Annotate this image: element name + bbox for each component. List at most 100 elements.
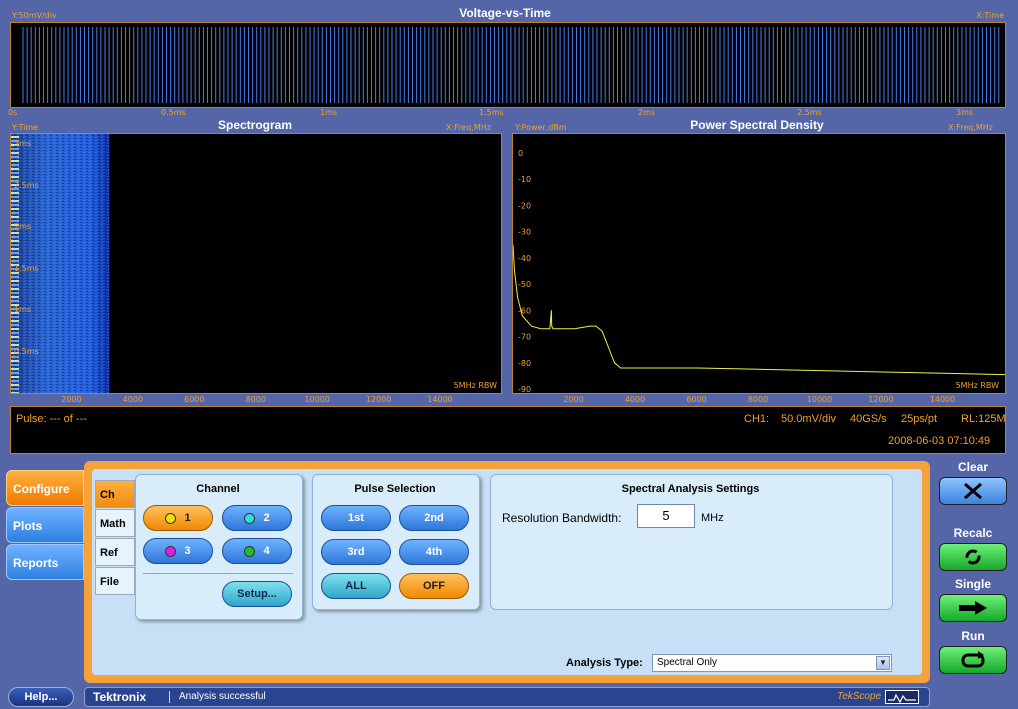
spectrogram-edge-stripe — [11, 392, 19, 393]
channel-4-label: 4 — [263, 545, 270, 557]
psd-x-tick: 2000 — [563, 395, 584, 404]
footer-divider — [169, 691, 170, 703]
subtab-ref[interactable]: Ref — [95, 538, 135, 566]
channel-4-dot-icon — [244, 545, 256, 557]
channel-divider — [143, 573, 293, 574]
run-button[interactable] — [939, 646, 1007, 674]
recalc-button[interactable] — [939, 543, 1007, 571]
channel-2-button[interactable]: 2 — [222, 505, 292, 531]
nav-reports[interactable]: Reports — [6, 544, 84, 580]
spectrogram-edge-stripe — [11, 256, 19, 258]
spectrogram-edge-stripe — [11, 204, 19, 206]
spectrogram-y-axis-label: Y:Time — [12, 123, 39, 132]
spectrogram-x-tick: 10000 — [304, 395, 330, 404]
vt-pulse-lines — [22, 27, 1000, 103]
spectrogram-edge-stripe — [11, 260, 19, 262]
spectrogram-y-tick: 1.5ms — [14, 263, 39, 273]
pulse-selection-title: Pulse Selection — [354, 483, 436, 495]
spectrogram-edge-stripe — [11, 388, 19, 390]
subtab-ch[interactable]: Ch — [95, 480, 135, 508]
arrow-right-icon — [959, 601, 987, 615]
subtab-file[interactable]: File — [95, 567, 135, 595]
channel-4-button[interactable]: 4 — [222, 538, 292, 564]
spectrogram-edge-stripe — [11, 172, 19, 174]
vt-x-tick: 2ms — [638, 108, 656, 117]
rbw-unit: MHz — [701, 512, 724, 524]
vt-plot[interactable] — [10, 22, 1006, 108]
spectrogram-y-tick: 1ms — [14, 305, 32, 314]
loop-icon — [961, 651, 985, 668]
channel-3-button[interactable]: 3 — [143, 538, 213, 564]
record-length: RL:125M — [961, 413, 1006, 425]
psd-y-tick: -20 — [518, 201, 531, 210]
chevron-down-icon[interactable]: ▼ — [876, 656, 890, 670]
tektronix-logo: Tektronix — [93, 690, 147, 704]
psd-plot[interactable]: 0 -10 -20 -30 -40 -50 -60 -70 -80 -90 5MHz RBW — [512, 133, 1006, 394]
spectrogram-edge-stripe — [11, 288, 19, 290]
spectrogram-title: Spectrogram — [217, 118, 293, 132]
clear-button[interactable] — [939, 477, 1007, 505]
spectrogram-heatmap — [11, 134, 110, 393]
spectrogram-y-tick: 2ms — [14, 222, 32, 231]
spectrogram-edge-stripe — [11, 368, 19, 370]
channel-1-dot-icon — [165, 512, 177, 524]
psd-y-tick: -50 — [518, 280, 531, 289]
spectrogram-edge-stripe — [11, 320, 19, 322]
channel-title: Channel — [196, 483, 240, 495]
channel-setup-button[interactable]: Setup... — [222, 581, 292, 607]
spectrogram-edge-stripe — [11, 192, 19, 194]
pulse-1st-button[interactable]: 1st — [321, 505, 391, 531]
spectrogram-edge-stripe — [11, 296, 19, 298]
spectrogram-edge-stripe — [11, 364, 19, 366]
psd-title: Power Spectral Density — [690, 118, 824, 132]
analysis-type-select[interactable]: Spectral Only ▼ — [652, 654, 892, 672]
spectrogram-y-tick: 3ms — [14, 139, 32, 148]
spectrogram-edge-stripe — [11, 328, 19, 330]
spectrogram-edge-stripe — [11, 292, 19, 294]
nav-plots[interactable]: Plots — [6, 507, 84, 543]
psd-y-tick: -10 — [518, 175, 531, 184]
single-button[interactable] — [939, 594, 1007, 622]
pulse-all-button[interactable]: ALL — [321, 573, 391, 599]
ch1-scale: 50.0mV/div — [781, 413, 837, 425]
pulse-2nd-button[interactable]: 2nd — [399, 505, 469, 531]
psd-x-tick: 6000 — [686, 395, 707, 404]
spectrogram-y-tick: 2.5ms — [14, 180, 39, 190]
spectrogram-x-tick: 2000 — [61, 395, 82, 404]
status-panel: Pulse: --- of --- CH1: 50.0mV/div 40GS/s… — [10, 406, 1006, 454]
channel-1-button[interactable]: 1 — [143, 505, 213, 531]
spectrogram-edge-stripe — [11, 164, 19, 166]
spectrogram-rbw: 5MHz RBW — [453, 381, 497, 390]
tekscope-logo: TekScope — [837, 691, 882, 702]
help-button[interactable]: Help... — [8, 687, 74, 707]
psd-x-tick: 14000 — [929, 395, 956, 404]
psd-x-axis-label: X:Freq,MHz — [948, 123, 993, 132]
rbw-input[interactable]: 5 — [637, 504, 695, 528]
spectrogram-edge-stripe — [11, 280, 19, 282]
spectrogram-x-tick: 6000 — [184, 395, 205, 404]
spectrogram-edge-stripe — [11, 276, 19, 278]
spectrogram-edge-stripe — [11, 300, 19, 302]
spectrogram-edge-stripe — [11, 156, 19, 158]
spectrogram-plot[interactable]: 5MHz RBW — [10, 133, 502, 394]
ch1-label: CH1: — [744, 413, 770, 425]
subtab-math[interactable]: Math — [95, 509, 135, 537]
vt-x-tick: 1.5ms — [479, 108, 504, 117]
nav-configure[interactable]: Configure — [6, 470, 84, 506]
psd-x-tick: 4000 — [624, 395, 646, 404]
spectrogram-edge-stripe — [11, 340, 19, 342]
pulse-3rd-button[interactable]: 3rd — [321, 539, 391, 565]
pulse-4th-button[interactable]: 4th — [399, 539, 469, 565]
spectrogram-edge-stripe — [11, 360, 19, 362]
analysis-type-value: Spectral Only — [657, 657, 718, 668]
psd-y-axis-label: Y:Power,dBm — [515, 123, 567, 132]
spectrogram-edge-stripe — [11, 212, 19, 214]
pulse-off-button[interactable]: OFF — [399, 573, 469, 599]
refresh-icon — [965, 549, 981, 565]
spectrogram-edge-stripe — [11, 316, 19, 318]
spectrogram-edge-stripe — [11, 168, 19, 170]
psd-x-tick: 12000 — [868, 395, 894, 404]
psd-y-tick: -30 — [518, 228, 531, 237]
spectrogram-edge-stripe — [11, 372, 19, 374]
sample-rate: 40GS/s — [850, 413, 887, 425]
